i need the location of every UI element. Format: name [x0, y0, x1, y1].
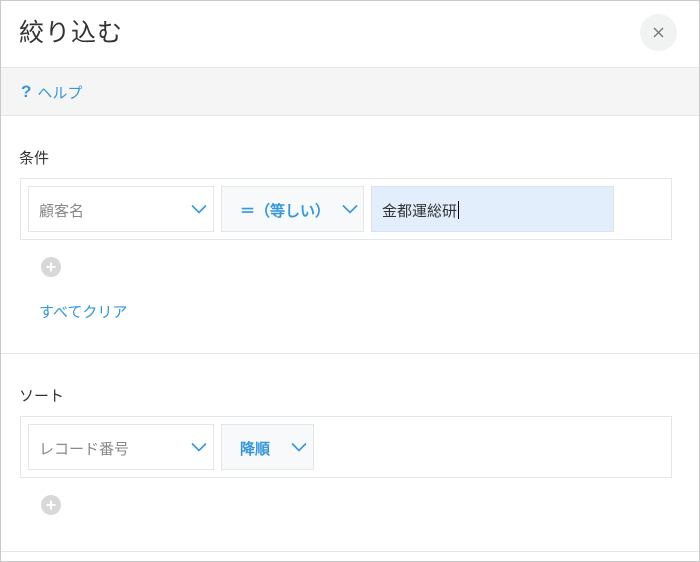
sort-order-value: 降順: [240, 440, 271, 458]
dialog-header: 絞り込む: [1, 1, 699, 68]
sort-order-select[interactable]: 降順: [221, 424, 314, 470]
add-sort-button[interactable]: [41, 495, 61, 515]
dialog-title: 絞り込む: [19, 18, 124, 47]
condition-value-text: 金都運総研: [382, 201, 460, 220]
chevron-down-icon: [342, 204, 358, 214]
chevron-down-icon: [191, 204, 207, 214]
sort-row: レコード番号 降順: [20, 416, 672, 478]
plus-circle-icon: [46, 262, 56, 272]
plus-circle-icon: [46, 500, 56, 510]
conditions-label: 条件: [19, 149, 50, 167]
help-label: ヘルプ: [37, 83, 83, 102]
section-divider: [1, 353, 699, 354]
chevron-down-icon: [191, 442, 207, 452]
add-condition-button[interactable]: [41, 257, 61, 277]
condition-field-value: 顧客名: [39, 202, 85, 220]
help-bar: ? ヘルプ: [1, 68, 699, 116]
condition-operator-select[interactable]: ＝（等しい）: [221, 186, 364, 232]
chevron-down-icon: [291, 442, 307, 452]
condition-value-input[interactable]: 金都運総研: [371, 186, 614, 232]
filter-dialog: 絞り込む ? ヘルプ 条件 顧客名 ＝（等しい） 金都運総研 すべてクリア ソー…: [0, 0, 700, 562]
help-link[interactable]: ? ヘルプ: [21, 82, 82, 102]
condition-row: 顧客名 ＝（等しい） 金都運総研: [20, 178, 672, 240]
sort-field-select[interactable]: レコード番号: [28, 424, 214, 470]
sort-field-value: レコード番号: [39, 440, 130, 458]
close-button[interactable]: [640, 14, 677, 51]
help-icon: ?: [21, 82, 32, 101]
sort-label: ソート: [19, 387, 65, 405]
close-icon: [653, 27, 664, 38]
condition-operator-value: ＝（等しい）: [240, 202, 331, 220]
section-divider: [1, 551, 699, 552]
condition-field-select[interactable]: 顧客名: [28, 186, 214, 232]
clear-all-link[interactable]: すべてクリア: [39, 301, 127, 322]
text-caret: [458, 201, 460, 219]
